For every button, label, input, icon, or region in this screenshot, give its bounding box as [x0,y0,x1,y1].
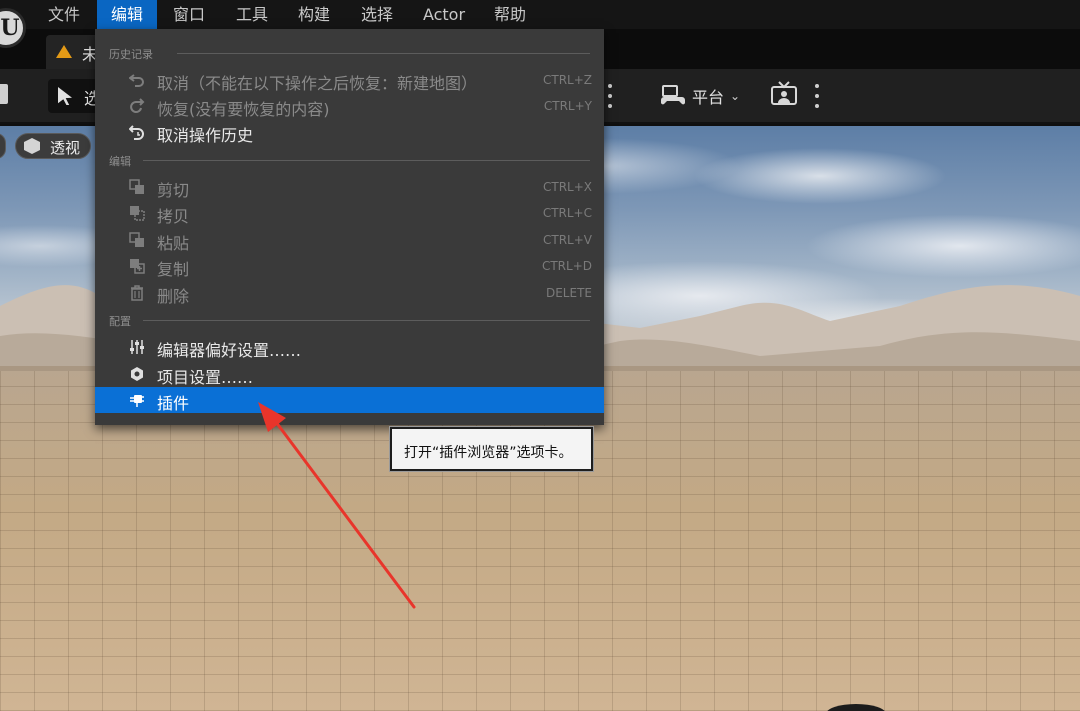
menu-item-label: 拷贝 [157,207,190,226]
delete-icon [131,285,143,301]
menu-file[interactable]: 文件 [40,0,88,29]
platforms-label: 平台 [692,88,725,107]
duplicate-icon [130,259,145,274]
section-config: 配置 [95,310,604,330]
menu-item-plugins[interactable]: 插件 [95,387,604,413]
platform-gamepad-icon [661,85,685,105]
menu-item-undo-history[interactable]: 取消操作历史 [95,119,604,145]
select-cursor-icon [58,87,72,105]
menu-window[interactable]: 窗口 [165,0,213,29]
menu-item-editor-preferences[interactable]: 编辑器偏好设置…… [95,334,604,360]
menu-bar: 文件 编辑 窗口 工具 构建 选择 Actor 帮助 [0,0,1080,29]
menu-item-label: 编辑器偏好设置…… [157,341,302,360]
shortcut-label: CTRL+Z [542,73,592,87]
undo-history-icon [129,125,144,140]
shortcut-label: CTRL+V [543,233,592,247]
menu-item-label: 复制 [157,260,190,279]
section-history: 历史记录 [95,43,604,63]
more-settings-icon[interactable] [814,84,820,108]
copy-icon [130,206,145,221]
menu-item-project-settings[interactable]: 项目设置…… [95,361,604,387]
section-label: 编辑 [109,155,131,168]
tooltip-text: 打开“插件浏览器”选项卡。 [404,445,573,461]
menu-item-label: 项目设置…… [157,368,254,387]
menu-item-cut[interactable]: 剪切 CTRL+X [95,174,604,200]
shortcut-label: DELETE [545,286,592,300]
paste-icon [129,232,144,247]
level-icon [56,45,72,58]
menu-item-undo[interactable]: 取消（不能在以下操作之后恢复：新建地图） CTRL+Z [95,67,604,93]
menu-item-duplicate[interactable]: 复制 CTRL+D [95,253,604,279]
divider [143,160,590,161]
cut-icon [129,179,144,194]
shortcut-label: CTRL+X [542,180,592,194]
menu-item-label: 删除 [157,287,190,306]
menu-item-label: 取消（不能在以下操作之后恢复：新建地图） [157,74,478,93]
chevron-down-icon: ⌄ [730,89,741,103]
cube-icon [24,138,40,154]
platforms-button[interactable]: 平台 ⌄ [660,83,740,109]
project-settings-icon [131,367,143,381]
menu-item-copy[interactable]: 拷贝 CTRL+C [95,200,604,226]
menu-item-paste[interactable]: 粘贴 CTRL+V [95,227,604,253]
menu-item-label: 粘贴 [157,234,190,253]
menu-item-label: 取消操作历史 [157,126,254,145]
undo-icon [129,74,144,87]
menu-actor[interactable]: Actor [416,0,472,29]
menu-select[interactable]: 选择 [353,0,401,29]
menu-build[interactable]: 构建 [290,0,338,29]
menu-item-label: 剪切 [157,181,190,200]
menu-item-label: 恢复(没有要恢复的内容) [157,100,330,119]
menu-tools[interactable]: 工具 [228,0,276,29]
divider [177,53,590,54]
save-icon[interactable] [0,84,8,104]
perspective-button[interactable]: 透视 [15,133,91,159]
redo-icon [130,98,145,113]
menu-item-redo[interactable]: 恢复(没有要恢复的内容) CTRL+Y [95,93,604,119]
shortcut-label: CTRL+Y [543,99,592,113]
plugins-tooltip: 打开“插件浏览器”选项卡。 [390,427,593,471]
menu-item-label: 插件 [157,394,190,413]
perspective-label: 透视 [50,139,81,157]
divider [143,320,590,321]
section-label: 历史记录 [109,48,153,61]
menu-item-delete[interactable]: 删除 DELETE [95,280,604,306]
section-label: 配置 [109,315,131,328]
plugins-icon [130,395,144,407]
shortcut-label: CTRL+C [542,206,592,220]
menu-edit[interactable]: 编辑 [97,0,157,29]
section-edit: 编辑 [95,150,604,170]
shortcut-label: CTRL+D [541,259,592,273]
menu-help[interactable]: 帮助 [486,0,534,29]
editor-preferences-icon [130,340,144,354]
more-options-icon[interactable] [607,84,613,108]
edit-menu-dropdown: 历史记录 取消（不能在以下操作之后恢复：新建地图） CTRL+Z 恢复(没有要恢… [95,29,604,425]
settings-monitor-icon[interactable] [770,81,800,109]
